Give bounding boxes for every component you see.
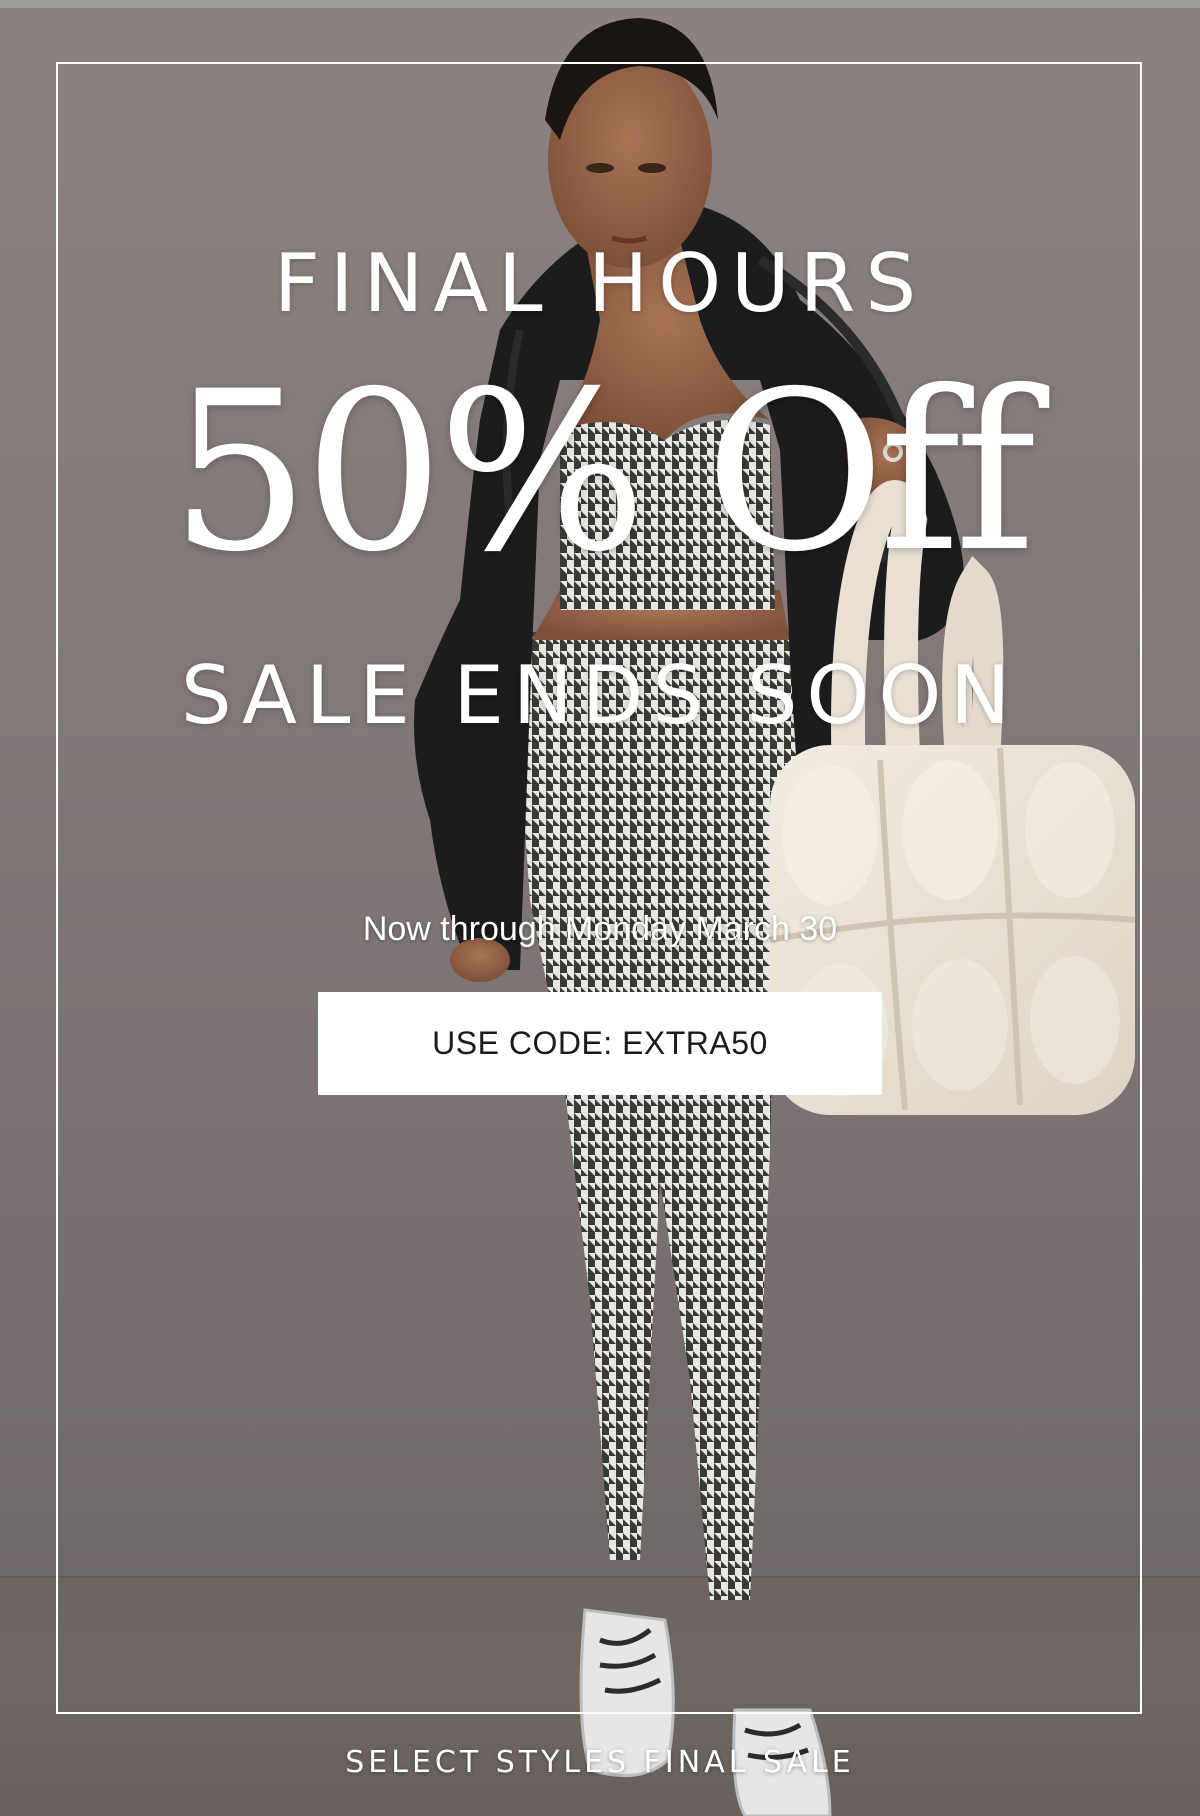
eyebrow-heading: FINAL HOURS — [273, 237, 927, 330]
sale-ends-heading: SALE ENDS SOON — [180, 649, 1020, 742]
promo-banner[interactable]: FINAL HOURS 50% Off SALE ENDS SOON Now t… — [0, 0, 1200, 1816]
date-range-text: Now through Monday March 30 — [362, 910, 838, 948]
final-sale-disclaimer: SELECT STYLES FINAL SALE — [345, 1745, 855, 1780]
promo-code-button[interactable]: USE CODE: EXTRA50 — [318, 992, 882, 1095]
discount-headline: 50% Off — [169, 344, 1036, 600]
